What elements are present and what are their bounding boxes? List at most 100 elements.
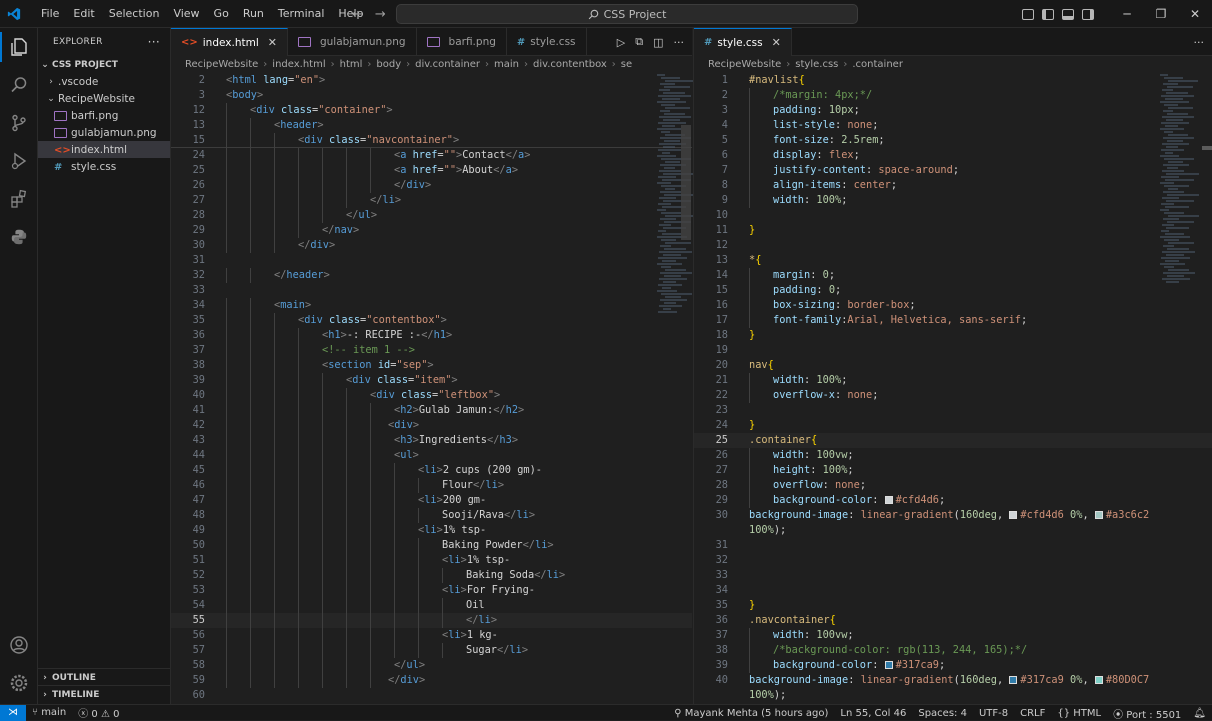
project-folder[interactable]: ⌄ CSS PROJECT bbox=[38, 56, 170, 73]
breadcrumb-item[interactable]: html bbox=[340, 59, 363, 70]
color-swatch[interactable] bbox=[1009, 511, 1018, 519]
more-actions-icon[interactable]: ··· bbox=[1194, 36, 1205, 49]
code-line[interactable]: 33 bbox=[694, 568, 1212, 583]
code-line[interactable]: 1 #navlist{ bbox=[694, 73, 1212, 88]
tree-item-barfi[interactable]: barfi.png bbox=[38, 107, 170, 124]
breadcrumb-item[interactable]: main bbox=[494, 59, 519, 70]
code-line[interactable]: 18} bbox=[694, 328, 1212, 343]
tree-item-style-css[interactable]: # style.css bbox=[38, 158, 170, 175]
breadcrumb-item[interactable]: se bbox=[621, 59, 632, 70]
code-line[interactable]: 39 background-color: #317ca9; bbox=[694, 658, 1212, 673]
tab-barfi-png[interactable]: barfi.png bbox=[417, 28, 507, 56]
code-line[interactable]: 5 font-size: 2.5rem; bbox=[694, 133, 1212, 148]
close-window-icon[interactable]: ✕ bbox=[1178, 0, 1212, 28]
code-line[interactable]: 19 bbox=[694, 343, 1212, 358]
code-line[interactable]: 28 overflow: none; bbox=[694, 478, 1212, 493]
breadcrumb-item[interactable]: RecipeWebsite bbox=[185, 59, 258, 70]
code-line[interactable]: 27 </li> bbox=[171, 193, 692, 208]
tree-item-vscode[interactable]: › .vscode bbox=[38, 73, 170, 90]
manage-gear-icon[interactable] bbox=[0, 664, 38, 702]
code-line[interactable]: 34 bbox=[694, 583, 1212, 598]
code-line[interactable]: 24} bbox=[694, 418, 1212, 433]
problems-indicator[interactable]: ⓧ 0 ⚠ 0 bbox=[72, 705, 125, 720]
code-line[interactable]: 29 background-color: #cfd4d6; bbox=[694, 493, 1212, 508]
close-tab-icon[interactable]: ✕ bbox=[268, 36, 277, 49]
explorer-icon[interactable] bbox=[0, 28, 38, 66]
code-line[interactable]: 32 bbox=[694, 553, 1212, 568]
tab-gulabjamun-png[interactable]: gulabjamun.png bbox=[288, 28, 417, 56]
sticky-scroll-line[interactable]: 12 <div class="container"> bbox=[171, 103, 692, 118]
run-icon[interactable]: ▷ bbox=[617, 36, 625, 49]
code-line[interactable]: 10 bbox=[694, 208, 1212, 223]
code-line[interactable]: 51 <li>1% tsp- bbox=[171, 553, 692, 568]
menu-edit[interactable]: Edit bbox=[66, 0, 101, 28]
code-line[interactable]: 17 font-family:Arial, Helvetica, sans-ser… bbox=[694, 313, 1212, 328]
code-line[interactable]: 6 display: flex; bbox=[694, 148, 1212, 163]
split-editor-icon[interactable]: ◫ bbox=[653, 36, 663, 49]
close-tab-icon[interactable]: ✕ bbox=[772, 36, 781, 49]
extensions-icon[interactable] bbox=[0, 180, 38, 218]
code-line[interactable]: 58 </ul> bbox=[171, 658, 692, 673]
code-line[interactable]: 35} bbox=[694, 598, 1212, 613]
code-line[interactable]: 11} bbox=[694, 223, 1212, 238]
more-actions-icon[interactable]: ··· bbox=[148, 35, 160, 49]
code-line[interactable]: 45 <li>2 cups (200 gm)- bbox=[171, 463, 692, 478]
color-swatch[interactable] bbox=[1094, 676, 1103, 684]
language-mode[interactable]: {} HTML bbox=[1051, 708, 1107, 719]
code-line[interactable]: 100%); bbox=[694, 688, 1212, 703]
notifications-bell-icon[interactable]: 🔔︎ bbox=[1187, 708, 1212, 719]
breadcrumb-item[interactable]: index.html bbox=[272, 59, 325, 70]
code-line[interactable]: 49 <li>1% tsp- bbox=[171, 523, 692, 538]
code-line[interactable]: 4 list-style: none; bbox=[694, 118, 1212, 133]
code-line[interactable]: 42 <div> bbox=[171, 418, 692, 433]
breadcrumb-item[interactable]: div.contentbox bbox=[533, 59, 607, 70]
code-line[interactable]: 14 margin: 0; bbox=[694, 268, 1212, 283]
code-line[interactable]: 60 bbox=[171, 688, 692, 703]
python-icon[interactable] bbox=[0, 218, 38, 256]
toggle-secondary-sidebar-icon[interactable] bbox=[1082, 8, 1094, 20]
code-line[interactable]: 52 Baking Soda</li> bbox=[171, 568, 692, 583]
code-line[interactable]: 46 Flour</li> bbox=[171, 478, 692, 493]
code-line[interactable]: 57 Sugar</li> bbox=[171, 643, 692, 658]
timeline-header[interactable]: › TIMELINE bbox=[38, 686, 171, 703]
code-line[interactable]: 2 /*margin: 4px;*/ bbox=[694, 88, 1212, 103]
code-area-right[interactable]: 1 #navlist{2/*margin: 4px;*/3 padding: 10p… bbox=[694, 73, 1212, 703]
code-line[interactable]: 53 <li>For Frying- bbox=[171, 583, 692, 598]
code-line[interactable]: 50 Baking Powder</li> bbox=[171, 538, 692, 553]
code-line[interactable]: 30 </div> bbox=[171, 238, 692, 253]
encoding[interactable]: UTF-8 bbox=[973, 708, 1014, 719]
breadcrumb-item[interactable]: div.container bbox=[415, 59, 480, 70]
accounts-icon[interactable] bbox=[0, 626, 38, 664]
tree-item-index-html[interactable]: <> index.html bbox=[38, 141, 170, 158]
run-debug-icon[interactable] bbox=[0, 142, 38, 180]
code-line[interactable]: 25 <a href="">About</a> bbox=[171, 163, 692, 178]
code-area-left[interactable]: 2 <html lang="en"> 3 <body> 12 <div class="co… bbox=[171, 73, 692, 703]
tree-item-gulabjamun[interactable]: gulabjamun.png bbox=[38, 124, 170, 141]
code-line[interactable]: 38 <section id="sep"> bbox=[171, 358, 692, 373]
color-swatch[interactable] bbox=[1009, 676, 1018, 684]
menu-go[interactable]: Go bbox=[207, 0, 236, 28]
scrollbar-thumb-right[interactable] bbox=[1202, 146, 1212, 150]
source-control-icon[interactable] bbox=[0, 104, 38, 142]
breadcrumb-item[interactable]: body bbox=[376, 59, 401, 70]
tab-style-css-right[interactable]: # style.css ✕ bbox=[694, 28, 792, 56]
outline-header[interactable]: › OUTLINE bbox=[38, 669, 171, 686]
sticky-scroll-line[interactable]: 13 <header> bbox=[171, 118, 692, 133]
code-line[interactable]: 59 </div> bbox=[171, 673, 692, 688]
timeline-section[interactable]: › TIMELINE bbox=[38, 685, 171, 703]
minimize-icon[interactable]: ─ bbox=[1110, 0, 1144, 28]
code-line[interactable]: 54 Oil bbox=[171, 598, 692, 613]
code-line[interactable]: 55 </li> bbox=[171, 613, 692, 628]
cursor-position[interactable]: Ln 55, Col 46 bbox=[834, 708, 912, 719]
restore-icon[interactable]: ❐ bbox=[1144, 0, 1178, 28]
live-server-port[interactable]: ⦿ Port : 5501 bbox=[1107, 706, 1187, 721]
code-line[interactable]: 7 justify-content: space-around; bbox=[694, 163, 1212, 178]
code-line[interactable]: 25 .container{ bbox=[694, 433, 1212, 448]
command-center-search[interactable]: CSS Project bbox=[396, 4, 858, 24]
code-line[interactable]: 8 align-items: center; bbox=[694, 178, 1212, 193]
code-line[interactable]: 12 bbox=[694, 238, 1212, 253]
code-line[interactable]: 30 background-image: linear-gradient(160d… bbox=[694, 508, 1212, 523]
code-line[interactable]: 36 .navcontainer{ bbox=[694, 613, 1212, 628]
sticky-scroll-line[interactable]: 3 <body> bbox=[171, 88, 692, 103]
code-line[interactable]: 31 bbox=[171, 253, 692, 268]
